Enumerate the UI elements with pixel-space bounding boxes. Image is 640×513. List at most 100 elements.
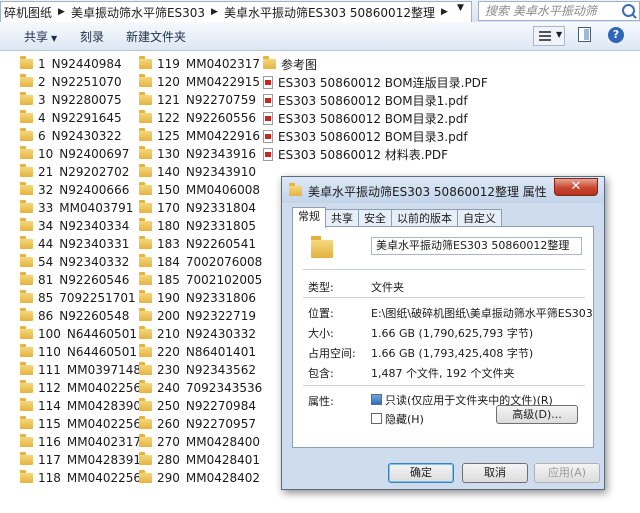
advanced-button[interactable]: 高级(D)...: [496, 405, 578, 424]
folder-item[interactable]: 122 N92260556: [139, 109, 262, 127]
folder-item[interactable]: 280 MM0428401: [139, 451, 262, 469]
folder-item[interactable]: 116 MM0402317: [20, 433, 141, 451]
folder-item[interactable]: 180 N92331805: [139, 217, 262, 235]
folder-icon: [139, 344, 152, 357]
tab-general[interactable]: 常规: [292, 207, 326, 228]
folder-item[interactable]: 100 N64460501: [20, 325, 141, 343]
readonly-checkbox[interactable]: [371, 394, 382, 405]
item-name: 参考图: [281, 57, 318, 72]
folder-item[interactable]: 86 N92260548: [20, 307, 141, 325]
file-item[interactable]: ES303 50860012 BOM目录2.pdf: [263, 109, 488, 127]
folder-item[interactable]: 85 7092251701: [20, 289, 141, 307]
folder-item[interactable]: 111 MM0397148: [20, 361, 141, 379]
folder-item[interactable]: 125 MM0422916: [139, 127, 262, 145]
preview-pane-icon[interactable]: [578, 27, 591, 42]
folder-item[interactable]: 130 N92343916: [139, 145, 262, 163]
item-name: N92251070: [51, 75, 122, 89]
folder-item[interactable]: 220 N86401401: [139, 343, 262, 361]
address-dropdown-icon[interactable]: ▼: [457, 3, 464, 13]
folder-item[interactable]: 140 N92343910: [139, 163, 262, 181]
breadcrumb-separator-icon[interactable]: ▶: [208, 7, 221, 17]
folder-item[interactable]: 260 N92270957: [139, 415, 262, 433]
folder-item[interactable]: 34 N92340334: [20, 217, 141, 235]
folder-item[interactable]: 119 MM0402317: [139, 55, 262, 73]
item-number: 119: [157, 57, 180, 71]
breadcrumb-item-1[interactable]: 碎机图纸: [1, 4, 55, 21]
search-input[interactable]: 搜索 美卓水平振动筛ES303...: [478, 1, 640, 36]
folder-item[interactable]: 3 N92280075: [20, 91, 141, 109]
folder-item[interactable]: 54 N92340332: [20, 253, 141, 271]
folder-item[interactable]: 4 N92291645: [20, 109, 141, 127]
folder-item[interactable]: 参考图: [263, 55, 488, 73]
folder-icon: [139, 398, 152, 411]
folder-item[interactable]: 117 MM0428391: [20, 451, 141, 469]
folder-item[interactable]: 210 N92430332: [139, 325, 262, 343]
folder-item[interactable]: 230 N92343562: [139, 361, 262, 379]
folder-item[interactable]: 185 7002102005: [139, 271, 262, 289]
file-item[interactable]: ES303 50860012 材料表.PDF: [263, 145, 488, 163]
folder-item[interactable]: 32 N92400666: [20, 181, 141, 199]
search-icon[interactable]: [622, 4, 635, 17]
folder-item[interactable]: 21 N29202702: [20, 163, 141, 181]
hidden-checkbox[interactable]: [371, 413, 382, 424]
breadcrumb[interactable]: 碎机图纸 ▶ 美卓振动筛水平筛ES303 ▶ 美卓水平振动筛ES303 5086…: [0, 1, 472, 23]
folder-icon: [20, 164, 33, 177]
folder-item[interactable]: 121 N92270759: [139, 91, 262, 109]
folder-item[interactable]: 6 N92430322: [20, 127, 141, 145]
folder-item[interactable]: 44 N92340331: [20, 235, 141, 253]
new-folder-button[interactable]: 新建文件夹: [126, 28, 186, 45]
details-view-icon: [539, 31, 551, 41]
close-button[interactable]: ✕: [554, 178, 598, 196]
apply-button[interactable]: 应用(A): [534, 463, 600, 483]
folder-icon: [263, 56, 276, 69]
folder-item[interactable]: 270 MM0428400: [139, 433, 262, 451]
pdf-file-icon: [263, 129, 273, 143]
breadcrumb-item-2[interactable]: 美卓振动筛水平筛ES303: [68, 4, 208, 21]
cancel-button[interactable]: 取消: [462, 463, 528, 483]
burn-button[interactable]: 刻录: [80, 28, 104, 45]
folder-item[interactable]: 120 MM0422915: [139, 73, 262, 91]
breadcrumb-separator-icon[interactable]: ▶: [55, 7, 68, 17]
dialog-titlebar[interactable]: 美卓水平振动筛ES303 50860012整理 属性 ✕: [282, 177, 604, 203]
item-number: 4: [38, 111, 46, 125]
folder-item[interactable]: 2 N92251070: [20, 73, 141, 91]
folder-item[interactable]: 112 MM0402256: [20, 379, 141, 397]
item-name: 7092343536: [185, 381, 263, 395]
view-options-button[interactable]: ▼: [533, 26, 565, 46]
item-number: 185: [157, 273, 180, 287]
folder-item[interactable]: 170 N92331804: [139, 199, 262, 217]
folder-item[interactable]: 240 7092343536: [139, 379, 262, 397]
folder-item[interactable]: 110 N64460501: [20, 343, 141, 361]
hidden-label[interactable]: 隐藏(H): [385, 411, 424, 427]
folder-item[interactable]: 150 MM0406008: [139, 181, 262, 199]
ok-button[interactable]: 确定: [388, 463, 454, 483]
share-button[interactable]: 共享 ▼: [24, 28, 57, 45]
help-icon[interactable]: ?: [608, 27, 624, 43]
folder-item[interactable]: 115 MM0402256: [20, 415, 141, 433]
folder-icon: [20, 290, 33, 303]
breadcrumb-separator-icon[interactable]: ▶: [438, 7, 451, 17]
item-name: ES303 50860012 BOM目录1.pdf: [278, 93, 468, 108]
folder-item[interactable]: 200 N92322719: [139, 307, 262, 325]
folder-item[interactable]: 1 N92440984: [20, 55, 141, 73]
folder-name-field[interactable]: 美卓水平振动筛ES303 50860012整理: [371, 237, 582, 255]
file-item[interactable]: ES303 50860012 BOM目录1.pdf: [263, 91, 488, 109]
folder-item[interactable]: 190 N92331806: [139, 289, 262, 307]
folder-item[interactable]: 184 7002076008: [139, 253, 262, 271]
folder-item[interactable]: 114 MM0428390: [20, 397, 141, 415]
breadcrumb-item-3[interactable]: 美卓水平振动筛ES303 50860012整理: [221, 4, 438, 21]
file-item[interactable]: ES303 50860012 BOM连版目录.PDF: [263, 73, 488, 91]
folder-icon: [139, 182, 152, 195]
file-item[interactable]: ES303 50860012 BOM目录3.pdf: [263, 127, 488, 145]
folder-icon: [139, 164, 152, 177]
folder-item[interactable]: 250 N92270984: [139, 397, 262, 415]
item-number: 114: [38, 399, 61, 413]
item-name: N92291645: [51, 111, 122, 125]
folder-item[interactable]: 183 N92260541: [139, 235, 262, 253]
folder-item[interactable]: 10 N92400697: [20, 145, 141, 163]
folder-item[interactable]: 81 N92260546: [20, 271, 141, 289]
folder-item[interactable]: 118 MM0402256: [20, 469, 141, 487]
folder-item[interactable]: 33 MM0403791: [20, 199, 141, 217]
folder-item[interactable]: 290 MM0428402: [139, 469, 262, 487]
command-bar: 共享 ▼ 刻录 新建文件夹 ▼ ?: [0, 22, 640, 51]
